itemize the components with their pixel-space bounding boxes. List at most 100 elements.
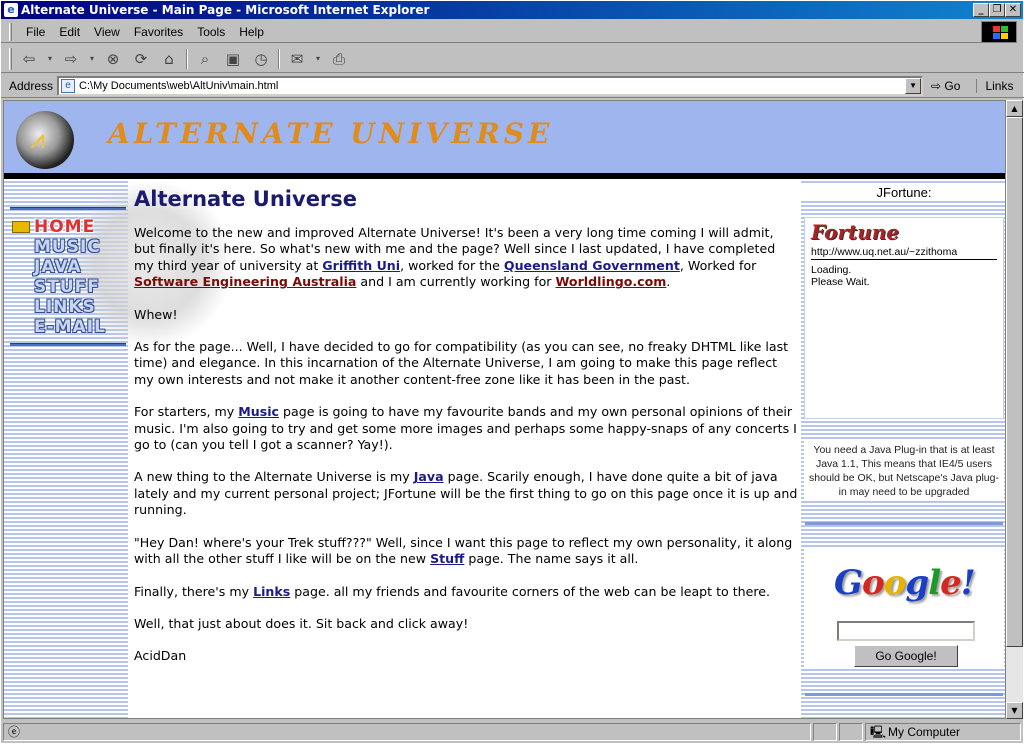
scroll-up-icon[interactable]: ▲ [1006,100,1023,117]
stuff-paragraph: "Hey Dan! where's your Trek stuff???" We… [134,535,798,568]
page-icon: e [61,78,76,93]
back-dropdown-icon[interactable]: ▾ [46,49,54,69]
close-button[interactable]: ✕ [1005,3,1021,17]
text-span: For starters, my [134,404,239,420]
links-paragraph: Finally, there's my Links page. all my f… [134,584,798,600]
nav-java[interactable]: JAVA [12,257,126,277]
jfortune-status-wait: Please Wait. [811,276,870,288]
nav-email[interactable]: E-MAIL [12,317,126,337]
status-segment [813,723,837,741]
status-message: ⓔ [3,723,811,741]
browser-viewport: ⩘ ALTERNATE UNIVERSE HOME MUSIC JAVA STU… [3,100,1006,719]
go-google-button[interactable]: Go Google! [854,645,958,667]
google-logo-letter: l [928,563,941,603]
google-search-widget: Google! Go Google! [804,549,1004,669]
text-span: Finally, there's my [134,583,254,599]
menu-tools[interactable]: Tools [191,25,231,39]
whew-paragraph: Whew! [134,306,178,322]
text-span: , Worked for [679,257,757,273]
link-queensland-government[interactable]: Queensland Government [504,258,680,273]
forward-arrow-icon[interactable]: ⇨ [60,49,82,69]
nav-menu: HOME MUSIC JAVA STUFF LINKS E-MAIL [12,217,126,337]
jfortune-url[interactable]: http://www.uq.net.au/~zzithoma [811,246,997,260]
favorites-icon[interactable]: ▣ [222,49,244,69]
go-label: Go [944,78,961,93]
menu-view[interactable]: View [88,25,126,39]
site-logo-icon: ⩘ [16,111,74,169]
link-stuff[interactable]: Stuff [430,551,464,566]
ie-window: e Alternate Universe - Main Page - Micro… [0,0,1024,744]
menu-bar: File Edit View Favorites Tools Help [1,21,981,43]
home-icon[interactable]: ⌂ [158,49,180,69]
text-span: A new thing to the Alternate Universe is… [134,469,414,485]
toolbar-separator [186,48,188,69]
right-sidebar: JFortune: Fortune http://www.uq.net.au/~… [801,179,1005,718]
java-plugin-note: You need a Java Plug-in that is at least… [804,441,1004,501]
menu-file[interactable]: File [20,25,51,39]
forward-dropdown-icon[interactable]: ▾ [88,49,96,69]
scroll-down-icon[interactable]: ▼ [1006,702,1023,719]
vertical-scrollbar[interactable]: ▲ ▼ [1006,100,1023,719]
music-paragraph: For starters, my Music page is going to … [134,404,798,453]
nav-rule-top [10,207,126,210]
mail-dropdown-icon[interactable]: ▾ [314,49,322,69]
nav-stuff[interactable]: STUFF [12,277,126,297]
nav-links[interactable]: LINKS [12,297,126,317]
status-zone: 🖳 My Computer [865,723,1021,741]
compatibility-paragraph: As for the page... Well, I have decided … [134,339,789,387]
menu-help[interactable]: Help [233,25,270,39]
windows-logo-icon [981,21,1017,43]
links-button[interactable]: Links [976,78,1013,93]
main-content: Alternate Universe Welcome to the new an… [132,179,800,718]
google-logo: Google! [834,563,976,603]
signature: AcidDan [134,648,187,664]
go-button[interactable]: ⇨ Go [931,79,960,93]
menu-edit[interactable]: Edit [53,25,86,39]
google-logo-letter: o [862,563,885,603]
address-url: C:\My Documents\web\AltUniv\main.html [79,79,279,92]
address-label: Address [9,78,54,93]
toolbar-grip [9,47,12,70]
link-software-engineering-australia[interactable]: Software Engineering Australia [134,274,356,289]
search-icon[interactable]: ⌕ [194,49,216,69]
java-paragraph: A new thing to the Alternate Universe is… [134,469,798,518]
link-java[interactable]: Java [414,469,444,484]
ie-app-icon: e [4,3,18,17]
scroll-thumb[interactable] [1006,117,1023,647]
sidebar-rule [805,693,1003,696]
minimize-button[interactable]: _ [973,3,989,17]
address-input[interactable]: e C:\My Documents\web\AltUniv\main.html … [57,75,924,96]
link-griffith-uni[interactable]: Griffith Uni [322,258,400,273]
nav-music[interactable]: MUSIC [12,237,126,257]
zone-label: My Computer [888,725,961,739]
restore-button[interactable]: ❐ [989,3,1005,17]
menu-favorites[interactable]: Favorites [128,25,189,39]
link-music[interactable]: Music [238,404,279,419]
mail-icon[interactable]: ✉ [286,49,308,69]
my-computer-icon: 🖳 [870,725,887,739]
link-links[interactable]: Links [253,584,290,599]
jfortune-applet: Fortune http://www.uq.net.au/~zzithoma L… [804,217,1004,419]
standard-toolbar: ⇦ ▾ ⇨ ▾ ⊗ ⟳ ⌂ ⌕ ▣ ◷ ✉ ▾ ⎙ [1,45,1024,73]
text-span: page. all my friends and favourite corne… [290,583,771,599]
folder-icon [12,221,30,233]
text-span: page. The name says it all. [464,551,639,567]
refresh-icon[interactable]: ⟳ [130,49,152,69]
text-span: , worked for the [400,257,504,273]
google-logo-letter: e [940,563,962,603]
google-logo-letter: o [883,563,907,603]
print-icon[interactable]: ⎙ [328,49,350,69]
history-icon[interactable]: ◷ [250,49,272,69]
link-worldlingo[interactable]: Worldlingo.com [555,274,666,289]
site-name: ALTERNATE UNIVERSE [108,117,554,150]
window-title: Alternate Universe - Main Page - Microso… [21,3,430,17]
stop-icon[interactable]: ⊗ [102,49,124,69]
toolbar-separator [278,48,280,69]
google-logo-letter: ! [960,563,976,603]
google-search-input[interactable] [837,621,975,641]
status-bar: ⓔ 🖳 My Computer [1,721,1024,743]
back-arrow-icon[interactable]: ⇦ [18,49,40,69]
left-nav-column: HOME MUSIC JAVA STUFF LINKS E-MAIL [4,179,234,718]
address-dropdown-icon[interactable]: ▼ [905,77,922,94]
menu-grip [9,22,12,41]
